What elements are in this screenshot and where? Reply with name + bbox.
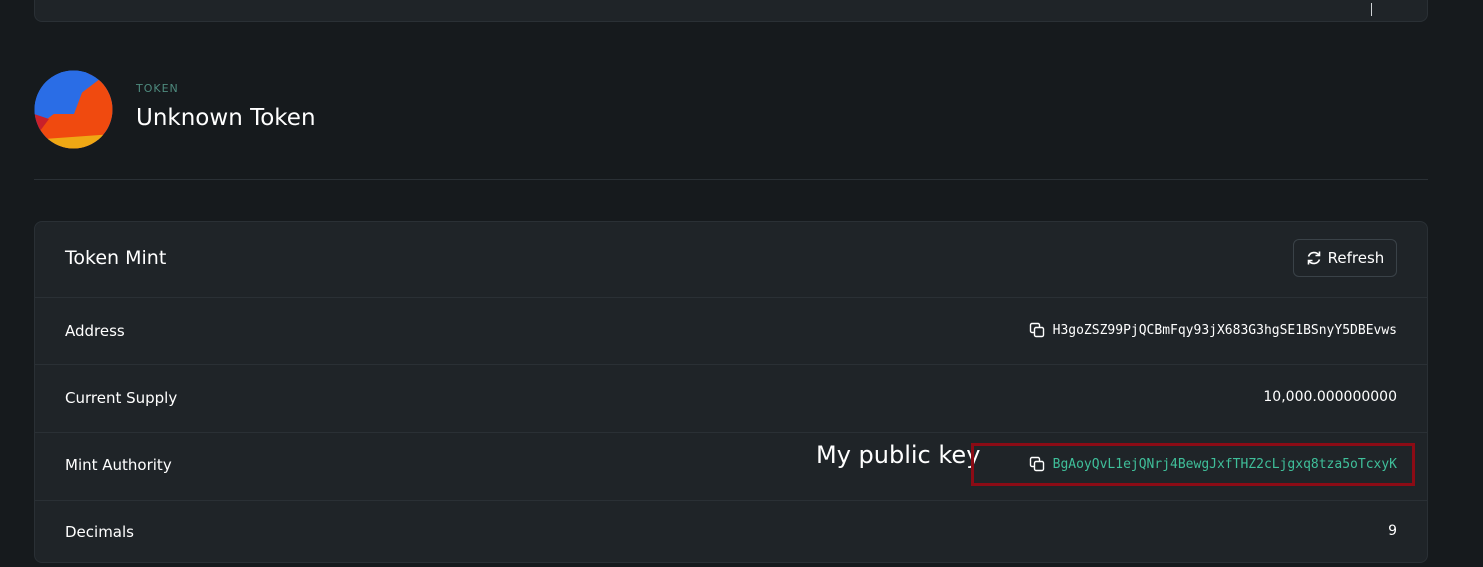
refresh-button[interactable]: Refresh bbox=[1293, 239, 1397, 277]
top-card bbox=[34, 0, 1428, 22]
row-mint-authority: Mint Authority BgAoyQvL1ejQNrj4BewgJxfTH… bbox=[35, 433, 1427, 501]
row-value: H3goZSZ99PjQCBmFqy93jX683G3hgSE1BSnyY5DB… bbox=[1029, 322, 1397, 338]
row-value: 9 bbox=[1388, 523, 1397, 539]
refresh-icon bbox=[1307, 251, 1320, 265]
supply-value: 10,000.000000000 bbox=[1263, 389, 1397, 405]
token-avatar-icon bbox=[34, 70, 113, 149]
token-header: TOKEN Unknown Token bbox=[34, 69, 1428, 179]
row-decimals: Decimals 9 bbox=[35, 501, 1427, 565]
card-title: Token Mint bbox=[65, 247, 167, 269]
token-kicker: TOKEN bbox=[136, 82, 179, 95]
copy-icon[interactable] bbox=[1029, 322, 1045, 338]
decimals-value: 9 bbox=[1388, 523, 1397, 539]
row-label: Mint Authority bbox=[65, 456, 172, 474]
token-name: Unknown Token bbox=[136, 105, 316, 131]
card-header: Token Mint Refresh bbox=[35, 222, 1427, 298]
token-mint-card: Token Mint Refresh Address H3goZSZ99PjQC… bbox=[34, 221, 1428, 563]
row-address: Address H3goZSZ99PjQCBmFqy93jX683G3hgSE1… bbox=[35, 298, 1427, 365]
address-value[interactable]: H3goZSZ99PjQCBmFqy93jX683G3hgSE1BSnyY5DB… bbox=[1053, 323, 1397, 338]
row-label: Current Supply bbox=[65, 389, 178, 407]
row-current-supply: Current Supply 10,000.000000000 bbox=[35, 365, 1427, 433]
annotation-label: My public key bbox=[816, 441, 981, 469]
copy-icon[interactable] bbox=[1029, 456, 1045, 472]
row-value: BgAoyQvL1ejQNrj4BewgJxfTHZ2cLjgxq8tza5oT… bbox=[1029, 456, 1397, 472]
divider bbox=[34, 179, 1428, 180]
mint-authority-link[interactable]: BgAoyQvL1ejQNrj4BewgJxfTHZ2cLjgxq8tza5oT… bbox=[1053, 457, 1397, 472]
row-label: Decimals bbox=[65, 523, 134, 541]
row-value: 10,000.000000000 bbox=[1263, 389, 1397, 405]
row-label: Address bbox=[65, 322, 125, 340]
refresh-label: Refresh bbox=[1327, 249, 1385, 267]
text-caret bbox=[1371, 3, 1372, 16]
